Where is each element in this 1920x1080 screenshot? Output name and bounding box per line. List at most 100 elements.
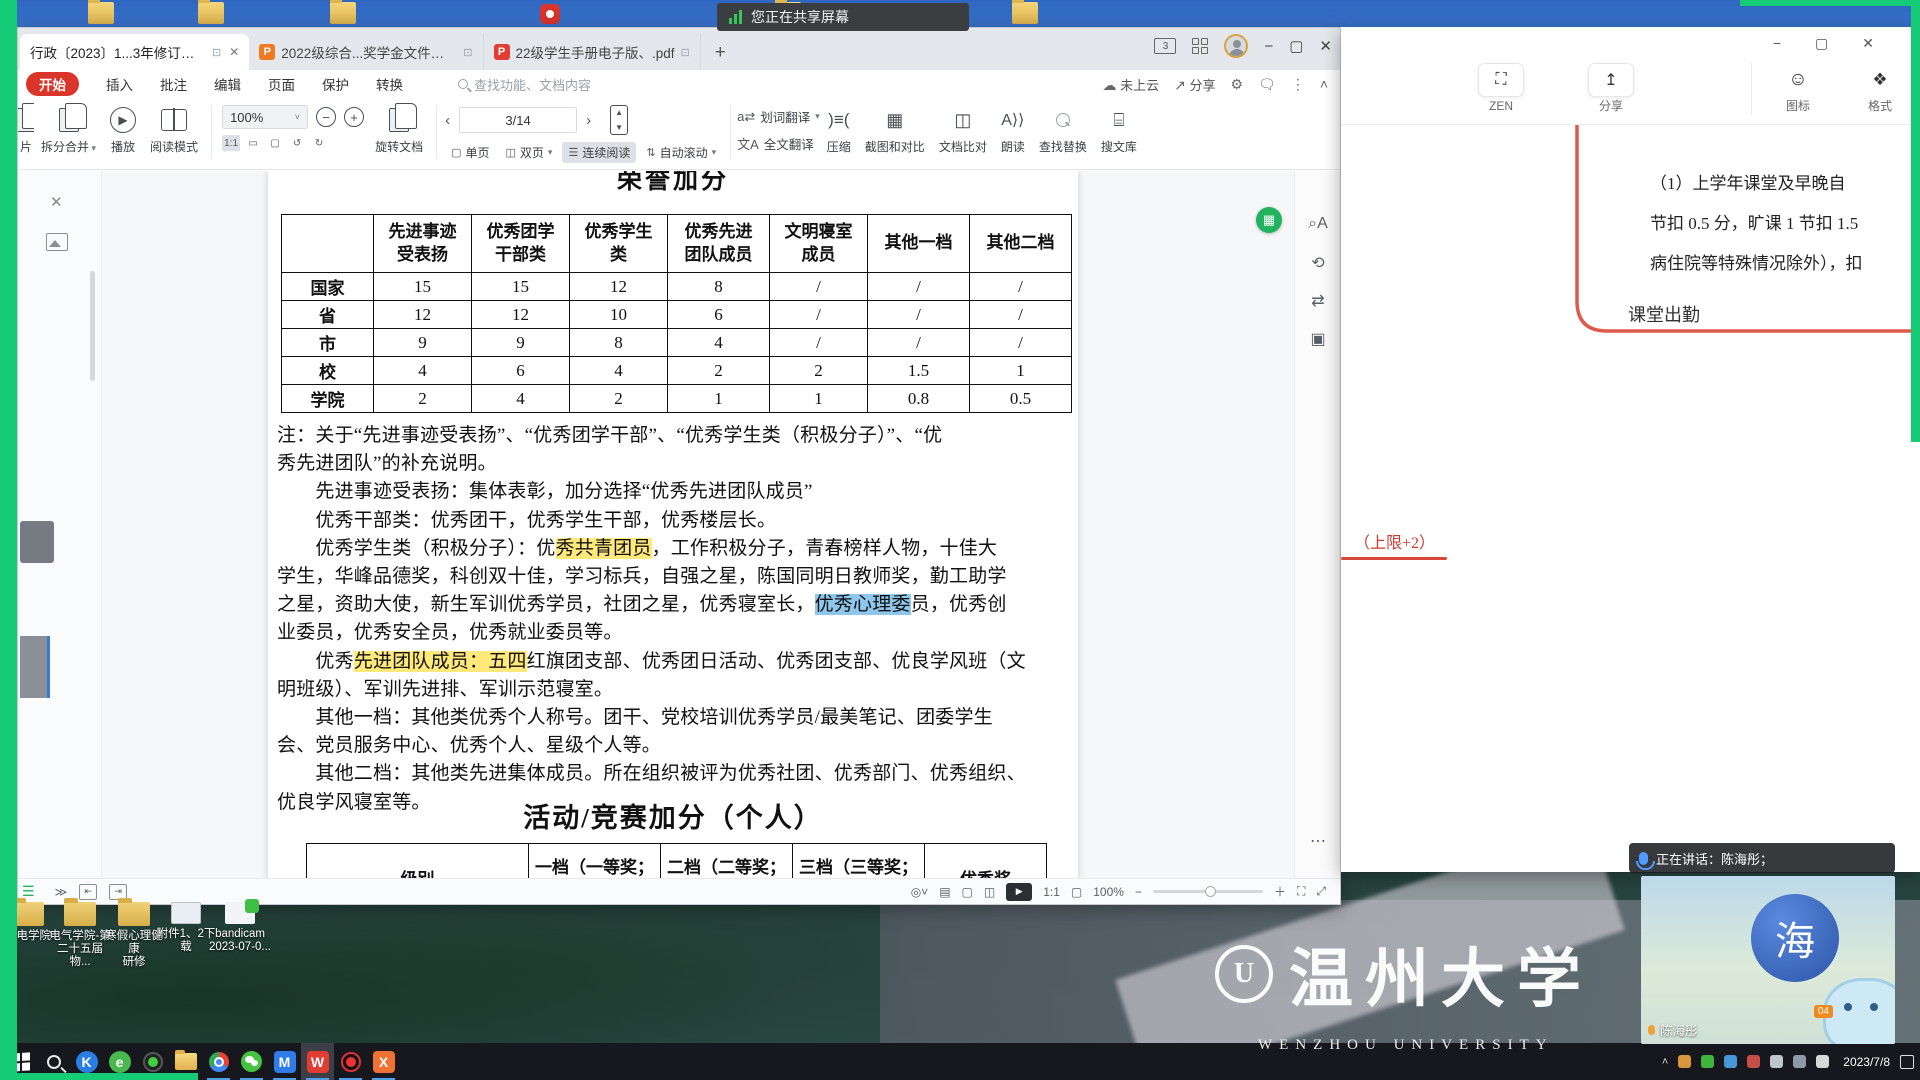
- menu-item-4[interactable]: 页面: [268, 74, 295, 94]
- actual-size-status-icon[interactable]: 1:1: [1043, 885, 1060, 899]
- read-aloud-button[interactable]: A⟩⟩ 朗读: [994, 103, 1032, 157]
- more-tools-icon[interactable]: ⋯: [1295, 831, 1340, 851]
- rotate-left-icon[interactable]: ↺: [288, 135, 306, 151]
- status-zoom-in-icon[interactable]: ＋: [1274, 883, 1286, 900]
- taskbar-bandicam-rec-icon[interactable]: [334, 1043, 367, 1080]
- desktop-folder-icon[interactable]: [88, 2, 114, 24]
- share-button[interactable]: ↗ 分享: [1174, 75, 1215, 94]
- presentation-play-button[interactable]: ▶: [1006, 883, 1032, 901]
- tray-icon[interactable]: [1701, 1055, 1714, 1068]
- account-avatar[interactable]: [1224, 34, 1248, 58]
- menu-item-5[interactable]: 保护: [322, 74, 349, 94]
- zoom-out-icon[interactable]: −: [316, 107, 336, 127]
- tray-icon[interactable]: [1747, 1055, 1760, 1068]
- rotate-doc-button[interactable]: 旋转文档: [368, 103, 430, 157]
- menu-item-0[interactable]: 开始: [26, 72, 79, 96]
- maximize-button[interactable]: ▢: [1289, 37, 1303, 55]
- fullscreen-icon[interactable]: ⛶: [1297, 884, 1305, 899]
- document-tab-1[interactable]: P2022级综合...奖学金文件讲解⊡: [249, 34, 483, 70]
- cloud-status[interactable]: ☁ 未上云: [1102, 75, 1159, 94]
- mindmap-canvas[interactable]: （1）上学年课堂及早晚自节扣 0.5 分，旷课 1 节扣 1.5病住院等特殊情况…: [1341, 125, 1920, 872]
- menu-item-6[interactable]: 转换: [376, 74, 403, 94]
- tray-icon[interactable]: [1793, 1055, 1806, 1068]
- view-mode-icon[interactable]: ◎˅: [911, 885, 928, 899]
- split-merge-button[interactable]: 拆分合并 ▾: [34, 103, 103, 157]
- rotate-right-icon[interactable]: ↻: [310, 135, 328, 151]
- jump-icon[interactable]: ≫: [55, 885, 68, 899]
- double-page-button[interactable]: ◫双页▾: [500, 142, 559, 163]
- page-thumbnail[interactable]: [20, 521, 54, 563]
- zoom-select[interactable]: 100%˅: [222, 105, 308, 129]
- compare-slider-icon[interactable]: ⇄: [1295, 291, 1340, 311]
- desktop-folder-icon[interactable]: [330, 2, 356, 24]
- refresh-icon[interactable]: ⟲: [1295, 253, 1340, 273]
- single-page-mode-icon[interactable]: ▤: [939, 885, 950, 899]
- prev-page-icon[interactable]: ‹: [445, 112, 450, 129]
- fit-status-icon[interactable]: ▢: [1071, 885, 1082, 899]
- menu-item-3[interactable]: 编辑: [214, 74, 241, 94]
- collapse-toolbar-icon[interactable]: ˄: [1320, 76, 1328, 92]
- taskbar-meeting-icon[interactable]: M: [268, 1043, 301, 1080]
- tab-close-icon[interactable]: ✕: [229, 45, 239, 59]
- mm-share-button[interactable]: ↥ 分享: [1579, 63, 1643, 115]
- presentation-mode-icon[interactable]: 3: [1154, 38, 1176, 54]
- screenshot-compare-button[interactable]: ▦ 截图和对比: [858, 103, 932, 157]
- tray-icon[interactable]: [1678, 1055, 1691, 1068]
- menu-item-1[interactable]: 插入: [106, 74, 133, 94]
- close-sidebar-icon[interactable]: ✕: [50, 193, 63, 211]
- tray-icon[interactable]: [1816, 1055, 1829, 1068]
- notification-center-icon[interactable]: [1900, 1055, 1914, 1069]
- compress-button[interactable]: )≡( 压缩: [820, 103, 858, 157]
- taskbar-xmind-icon[interactable]: X: [367, 1043, 400, 1080]
- desktop-item-4[interactable]: bandicam 2023-07-0...: [208, 902, 272, 954]
- expand-icon[interactable]: ⤢: [1316, 884, 1326, 899]
- present-icon[interactable]: ⊡: [463, 46, 472, 59]
- find-text-icon[interactable]: ⌕A: [1295, 215, 1340, 233]
- wps-assistant-badge[interactable]: ▦: [1256, 207, 1282, 233]
- page-thumbnail-selected[interactable]: [20, 636, 50, 698]
- minimize-button[interactable]: −: [1264, 38, 1273, 55]
- present-icon[interactable]: ⊡: [212, 46, 221, 59]
- zoom-slider[interactable]: [1153, 890, 1263, 893]
- toolbar-clipped-button[interactable]: 片: [18, 103, 34, 157]
- participant-video-tile[interactable]: 海 04 陈海彤: [1641, 876, 1895, 1044]
- mm-close-button[interactable]: ✕: [1862, 35, 1874, 52]
- autoscroll-button[interactable]: ⇅自动滚动▾: [640, 142, 722, 163]
- next-page-icon[interactable]: ›: [586, 112, 591, 129]
- continuous-read-button[interactable]: ☰连续阅读: [562, 142, 636, 163]
- window-panel-icon[interactable]: ▣: [1295, 329, 1340, 349]
- play-button[interactable]: ▶ 播放: [103, 103, 143, 157]
- actual-size-icon[interactable]: 1:1: [222, 135, 240, 151]
- double-page-mode-icon[interactable]: ◫: [984, 885, 995, 899]
- more-menu-icon[interactable]: ⋮: [1291, 76, 1305, 93]
- tray-icon[interactable]: [1770, 1055, 1783, 1068]
- comment-icon[interactable]: 🗨: [1258, 76, 1276, 93]
- tray-expand-icon[interactable]: ˄: [1662, 1056, 1668, 1068]
- format-button[interactable]: ❖ 格式: [1848, 63, 1912, 115]
- sticker-button[interactable]: ☺ 图标: [1766, 63, 1830, 115]
- taskbar-chrome-icon[interactable]: [202, 1043, 235, 1080]
- page-indicator[interactable]: 3/14: [459, 107, 577, 133]
- image-panel-icon[interactable]: [46, 233, 68, 251]
- desktop-folder-icon[interactable]: [198, 2, 224, 24]
- search-box[interactable]: 查找功能、文档内容: [458, 75, 591, 94]
- settings-gear-icon[interactable]: ⚙: [1230, 76, 1243, 93]
- read-mode-button[interactable]: 阅读模式: [143, 103, 205, 157]
- tray-icon[interactable]: [1724, 1055, 1737, 1068]
- fit-page-icon[interactable]: ▢: [266, 135, 284, 151]
- find-replace-button[interactable]: 查找替换: [1032, 103, 1094, 157]
- search-library-button[interactable]: ⌸ 搜文库: [1094, 103, 1144, 157]
- document-tab-2[interactable]: P22级学生手册电子版、.pdf⊡: [484, 34, 701, 70]
- status-zoom-out-icon[interactable]: −: [1135, 885, 1142, 899]
- word-translate-button[interactable]: a⇄划词翻译▾: [737, 107, 820, 126]
- page-mode-icon[interactable]: ▢: [962, 885, 973, 899]
- app-grid-icon[interactable]: [1192, 38, 1208, 54]
- zen-mode-button[interactable]: ⛶ ZEN: [1469, 63, 1533, 115]
- first-page-icon[interactable]: ⇤: [79, 884, 97, 900]
- taskbar-wechat-icon[interactable]: [235, 1043, 268, 1080]
- new-tab-button[interactable]: +: [715, 42, 726, 64]
- menu-item-2[interactable]: 批注: [160, 74, 187, 94]
- fit-width-icon[interactable]: ▭: [244, 135, 262, 151]
- status-zoom-value[interactable]: 100%: [1093, 885, 1124, 899]
- mindmap-node-label[interactable]: 课堂出勤: [1628, 301, 1700, 327]
